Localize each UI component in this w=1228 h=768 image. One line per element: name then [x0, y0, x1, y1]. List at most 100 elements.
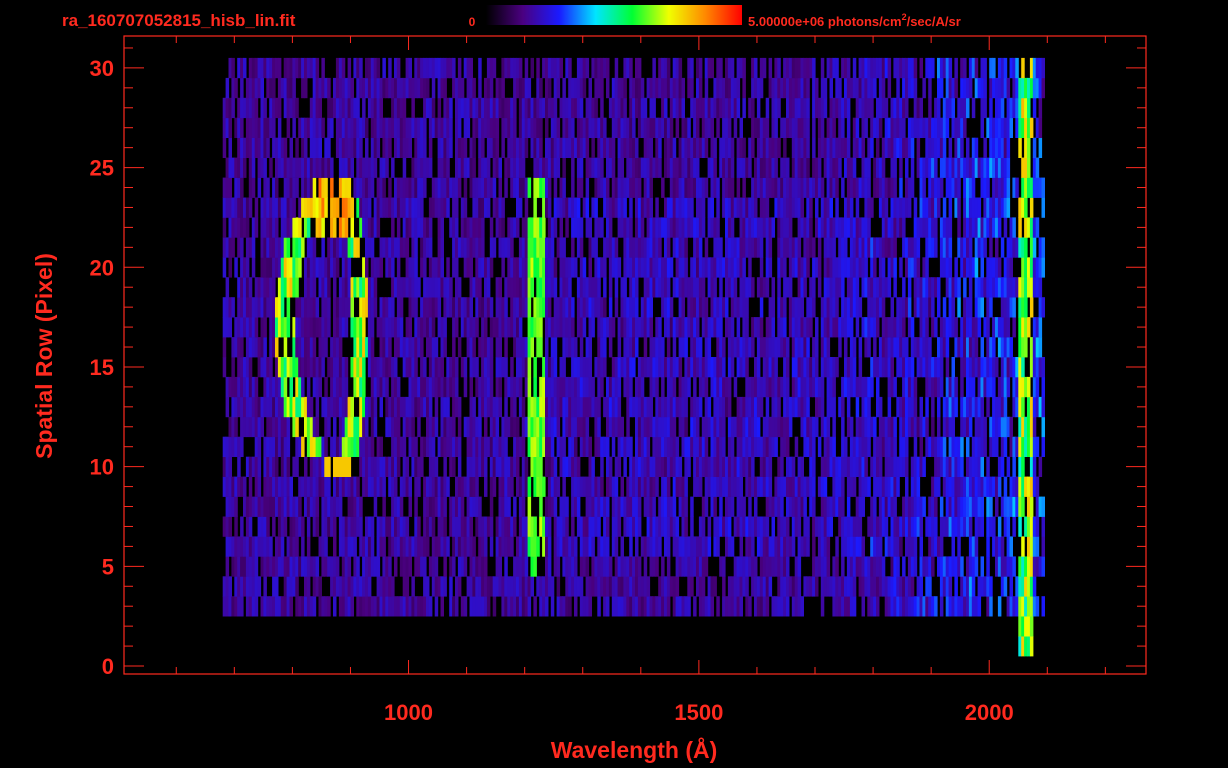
heatmap-cell [373, 396, 378, 418]
heatmap-cell [771, 297, 775, 318]
heatmap-cell [423, 556, 427, 577]
heatmap-cell [971, 177, 976, 198]
heatmap-cell [739, 476, 743, 497]
heatmap-cell [556, 576, 561, 597]
heatmap-cell [710, 596, 714, 617]
heatmap-cell [870, 197, 874, 218]
heatmap-cell [388, 177, 392, 198]
heatmap-cell [971, 376, 976, 398]
heatmap-cell [457, 177, 462, 198]
heatmap-cell [1021, 396, 1025, 418]
heatmap-cell [846, 516, 851, 537]
heatmap-cell [658, 157, 662, 178]
heatmap-cell [475, 357, 479, 378]
heatmap-cell [504, 277, 508, 298]
heatmap-cell [518, 197, 523, 218]
heatmap-cell [359, 496, 363, 517]
heatmap-cell [704, 177, 709, 198]
heatmap-cell [701, 217, 706, 238]
heatmap-cell [248, 277, 253, 298]
heatmap-cell [365, 416, 369, 438]
heatmap-cell [591, 157, 595, 178]
heatmap-cell [913, 197, 918, 218]
heatmap-cell [989, 596, 993, 617]
heatmap-cell [968, 297, 973, 318]
heatmap-cell [553, 496, 558, 517]
heatmap-cell [513, 396, 517, 418]
heatmap-cell [693, 596, 697, 617]
heatmap-cell [687, 376, 691, 398]
heatmap-cell [698, 337, 703, 358]
heatmap-cell [492, 237, 497, 258]
heatmap-cell [606, 596, 610, 617]
heatmap-cell [553, 357, 558, 378]
heatmap-cell [1038, 317, 1043, 338]
heatmap-cell [608, 297, 613, 318]
heatmap-cell [623, 277, 627, 298]
heatmap-cell [455, 217, 459, 238]
heatmap-cell [902, 217, 906, 238]
heatmap-cell [980, 496, 984, 517]
heatmap-cell [286, 456, 291, 477]
heatmap-cell [588, 337, 592, 358]
heatmap-cell [582, 257, 587, 278]
heatmap-cell [858, 297, 863, 318]
heatmap-cell [553, 257, 558, 278]
heatmap-cell [510, 237, 514, 258]
heatmap-cell [887, 277, 892, 298]
heatmap-cell [597, 396, 601, 418]
heatmap-cell [992, 516, 996, 537]
heatmap-cell [527, 476, 532, 497]
heatmap-cell [995, 237, 999, 258]
heatmap-cell [324, 197, 328, 218]
heatmap-cell [248, 596, 253, 617]
heatmap-cell [527, 177, 532, 198]
heatmap-cell [481, 237, 485, 258]
heatmap-cell [362, 376, 366, 398]
heatmap-cell [489, 257, 494, 278]
heatmap-cell [359, 516, 363, 537]
heatmap-cell [931, 297, 935, 318]
heatmap-cell [591, 496, 595, 517]
heatmap-cell [344, 317, 349, 338]
heatmap-cell [335, 297, 340, 318]
heatmap-cell [446, 396, 450, 418]
heatmap-cell [257, 436, 262, 457]
heatmap-cell [655, 476, 659, 497]
heatmap-cell [937, 197, 941, 218]
heatmap-cell [571, 157, 575, 178]
heatmap-cell [649, 197, 653, 218]
heatmap-cell [716, 217, 720, 238]
heatmap-cell [460, 496, 465, 517]
heatmap-cell [974, 337, 979, 358]
heatmap-cell [1041, 536, 1045, 557]
heatmap-cell [579, 177, 584, 198]
heatmap-cell [684, 396, 688, 418]
heatmap-cell [931, 237, 935, 258]
heatmap-cell [849, 416, 854, 438]
heatmap-cell [786, 376, 790, 398]
heatmap-cell [957, 536, 961, 557]
heatmap-cell [585, 197, 590, 218]
heatmap-cell [980, 556, 984, 577]
heatmap-cell [286, 237, 291, 258]
heatmap-cell [910, 177, 915, 198]
heatmap-cell [1015, 476, 1019, 497]
heatmap-cell [931, 197, 935, 218]
heatmap-cell [298, 496, 302, 517]
heatmap-cell [675, 476, 680, 497]
heatmap-cell [995, 436, 999, 457]
heatmap-cell [315, 297, 320, 318]
heatmap-cell [309, 396, 314, 418]
heatmap-cell [608, 337, 613, 358]
heatmap-cell [942, 197, 947, 218]
heatmap-cell [382, 536, 386, 557]
heatmap-cell [675, 596, 680, 617]
heatmap-cell [666, 536, 671, 557]
heatmap-cell [675, 516, 680, 537]
heatmap-cell [797, 576, 802, 597]
heatmap-cell [234, 496, 238, 517]
heatmap-cell [1035, 217, 1040, 238]
heatmap-cell [449, 576, 453, 597]
heatmap-cell [443, 556, 447, 577]
